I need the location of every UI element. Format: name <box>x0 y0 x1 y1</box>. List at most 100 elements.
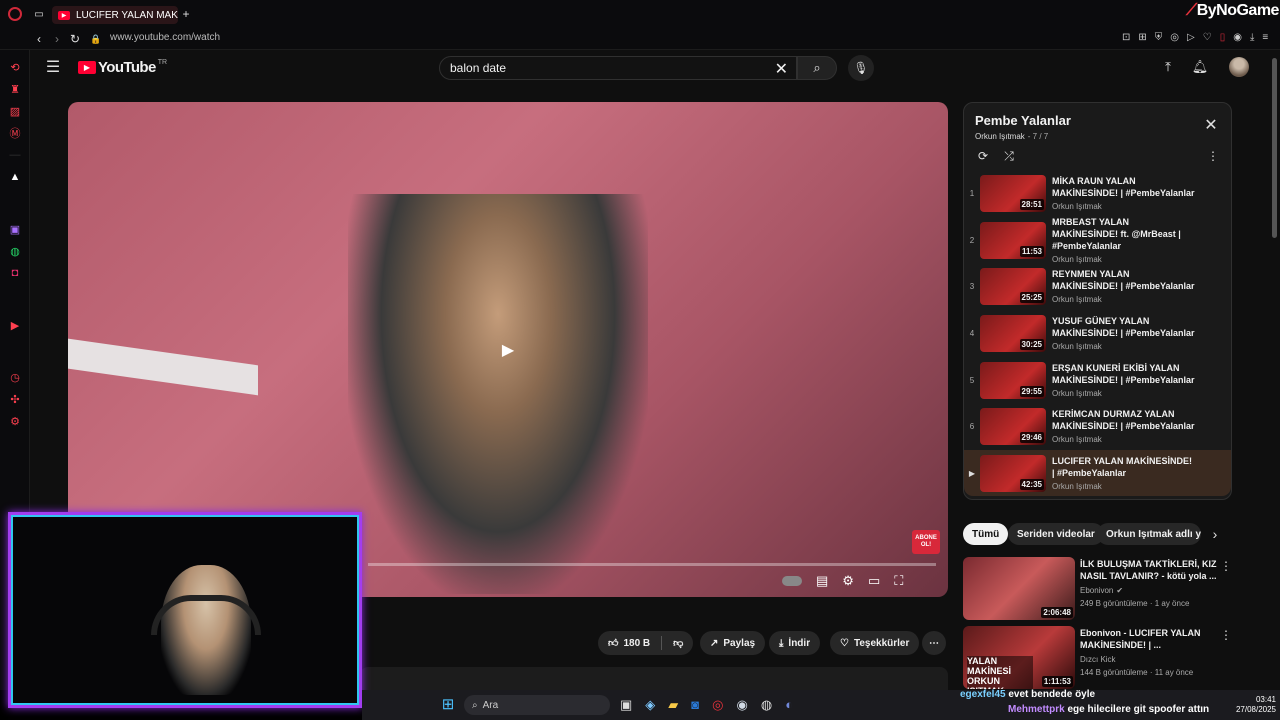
twitch-icon[interactable]: ▣ <box>0 220 30 238</box>
youtube-logo-icon: ▶ <box>78 61 96 74</box>
task-view-icon[interactable]: ▣ <box>620 697 632 713</box>
playlist-thumb: 11:53 <box>980 221 1046 259</box>
opera-logo-icon[interactable] <box>8 7 22 21</box>
heart-icon[interactable]: ♡ <box>1203 32 1212 43</box>
player-icon[interactable]: ▶ <box>0 316 30 334</box>
bell-icon[interactable]: 🔔︎ <box>1192 59 1209 75</box>
playlist-meta: Orkun Işıtmak - 7 / 7 <box>975 132 1049 141</box>
page-scrollbar[interactable] <box>1272 58 1277 238</box>
download-arrow-icon: ⤓ <box>779 637 784 649</box>
search-button[interactable]: ⌕ <box>797 56 837 80</box>
reload-icon[interactable]: ↻ <box>68 32 82 46</box>
obs-icon[interactable]: ◍ <box>761 697 772 713</box>
voice-search-button[interactable]: 🎙 <box>848 55 874 81</box>
shield-icon[interactable]: ⛨ <box>1155 32 1163 43</box>
recommendation-item[interactable]: YALAN MAKİNESİ ORKUN IŞITMAK 1:11:53 Ebo… <box>963 626 1232 690</box>
browser-tab-active[interactable]: ▶ LUCIFER YALAN MAKİNESİ <box>52 6 178 24</box>
m-icon[interactable]: Ⓜ <box>0 124 30 142</box>
taskbar-search[interactable]: ⌕ Ara <box>464 695 610 715</box>
settings-icon[interactable]: ⚙ <box>0 412 30 430</box>
clear-search-icon[interactable]: ✕ <box>775 59 788 79</box>
player-controls: ▤ ⚙ ▭ ⛶ <box>782 573 903 589</box>
browser-address-bar: ‹ › ↻ 🔒 www.youtube.com/watch ⊡ ⊞ ⛨ ◎ ▷ … <box>0 28 1280 50</box>
forward-icon[interactable]: › <box>50 32 64 46</box>
download-button[interactable]: ⤓ İndir <box>769 631 821 655</box>
download-icon[interactable]: ⤓ <box>1250 32 1254 43</box>
playlist-item-2[interactable]: 2 11:53 MRBEAST YALAN MAKİNESİNDE! ft. @… <box>964 217 1231 264</box>
thanks-heart-icon: ♡ <box>840 637 849 649</box>
subscribe-badge[interactable]: ABONE OL! <box>912 530 940 554</box>
profile-icon[interactable]: ◉ <box>1233 32 1242 43</box>
progress-bar[interactable] <box>368 563 936 566</box>
mic-icon: 🎙 <box>853 61 869 75</box>
chip-channel[interactable]: Orkun Işıtmak adlı yü <box>1097 523 1201 545</box>
chips-next-icon[interactable]: › <box>1208 526 1222 542</box>
snapshot-icon[interactable]: ⊞ <box>1138 32 1146 43</box>
search-icon: ⌕ <box>813 60 821 75</box>
fullscreen-icon[interactable]: ⛶ <box>894 573 903 589</box>
recommendation-more-icon[interactable]: ⋮ <box>1220 628 1232 642</box>
shuffle-icon[interactable]: ⤮ <box>1001 149 1017 163</box>
like-button[interactable]: 👍︎ 180 B 👎︎ <box>598 631 694 655</box>
extensions-icon[interactable]: ✣ <box>0 390 30 408</box>
recommendation-more-icon[interactable]: ⋮ <box>1220 559 1232 573</box>
play-icon[interactable]: ▷ <box>1187 32 1195 43</box>
share-button[interactable]: ↗ Paylaş <box>700 631 766 655</box>
instagram-icon[interactable]: ◘ <box>0 264 30 282</box>
sidebar-toggle-icon[interactable]: ▯ <box>1220 32 1226 43</box>
settings-gear-icon[interactable]: ⚙ <box>842 573 854 589</box>
playlist-thumb: 25:25 <box>980 267 1046 305</box>
description-box[interactable] <box>360 667 948 690</box>
close-playlist-icon[interactable]: ✕ <box>1203 117 1219 134</box>
pin-icon[interactable]: ⊡ <box>1122 32 1130 43</box>
file-explorer-icon[interactable]: ▰ <box>668 697 678 713</box>
aria-ai-icon[interactable]: ▲ <box>0 168 30 186</box>
more-actions-button[interactable]: ⋯ <box>922 631 946 655</box>
hamburger-menu-icon[interactable]: ☰ <box>44 58 62 76</box>
thumbs-down-icon[interactable]: 👎︎ <box>673 637 683 649</box>
playlist-title[interactable]: Pembe Yalanlar <box>975 113 1071 128</box>
avatar[interactable] <box>1229 57 1249 77</box>
back-icon[interactable]: ‹ <box>32 32 46 46</box>
playlist-item-4[interactable]: 4 30:25 YUSUF GÜNEY YALAN MAKİNESİNDE! |… <box>964 310 1231 356</box>
outlook-icon[interactable]: ◙ <box>691 697 699 713</box>
new-tab-button[interactable]: + <box>180 7 192 21</box>
theater-mode-icon[interactable]: ▭ <box>868 573 880 589</box>
discord-icon[interactable]: ◐ <box>785 697 793 713</box>
clock-icon[interactable]: ◷ <box>0 368 30 386</box>
playlist-item-6[interactable]: 6 29:46 KERİMCAN DURMAZ YALAN MAKİNESİND… <box>964 403 1231 449</box>
playlist-item-7-current[interactable]: ▶ 42:35 LUCIFER YALAN MAKİNESİNDE! | #Pe… <box>964 450 1231 496</box>
search-input[interactable]: balon date ✕ <box>439 56 797 80</box>
playlist-item-5[interactable]: 5 29:55 ERŞAN KUNERİ EKİBİ YALAN MAKİNES… <box>964 357 1231 403</box>
taskbar-clock[interactable]: 03:41 27/08/2025 <box>1224 695 1276 715</box>
bynogame-logo-icon: ⟋ <box>1186 2 1197 19</box>
playlist-more-icon[interactable]: ⋮ <box>1207 149 1219 163</box>
copilot-icon[interactable]: ◈ <box>645 697 655 713</box>
tab-island-icon[interactable]: ▭ <box>32 7 46 21</box>
loop-icon[interactable]: ⟳ <box>975 149 991 163</box>
whatsapp-icon[interactable]: ◍ <box>0 242 30 260</box>
autoplay-toggle[interactable] <box>782 576 802 586</box>
windows-start-icon[interactable]: ⊞ <box>440 696 456 713</box>
chip-series[interactable]: Seriden videolar <box>1008 523 1104 545</box>
gx-icon[interactable]: ▨ <box>0 102 30 120</box>
steam-icon[interactable]: ◉ <box>737 697 748 713</box>
playlist-item-1[interactable]: 1 28:51 MİKA RAUN YALAN MAKİNESİNDE! | #… <box>964 170 1231 216</box>
history-icon[interactable]: ⟲ <box>0 58 30 76</box>
opera-gx-icon[interactable]: ◎ <box>712 697 723 713</box>
center-play-icon[interactable]: ▶ <box>498 340 518 360</box>
aria-icon[interactable]: ♜ <box>0 80 30 98</box>
url-field[interactable]: www.youtube.com/watch <box>110 32 220 43</box>
thanks-button[interactable]: ♡ Teşekkürler <box>830 631 920 655</box>
playlist-item-3[interactable]: 3 25:25 REYNMEN YALAN MAKİNESİNDE! | #Pe… <box>964 263 1231 309</box>
recommendation-item[interactable]: 2:06:48 İLK BULUŞMA TAKTİKLERİ, KIZ NASI… <box>963 557 1232 621</box>
youtube-logo[interactable]: ▶ YouTube TR <box>78 59 167 76</box>
menu-icon[interactable]: ≡ <box>1262 32 1268 43</box>
subtitles-icon[interactable]: ▤ <box>816 573 828 589</box>
chip-all[interactable]: Tümü <box>963 523 1009 545</box>
recommendation-thumb: YALAN MAKİNESİ ORKUN IŞITMAK 1:11:53 <box>963 626 1075 689</box>
vpn-icon[interactable]: ◎ <box>1170 32 1179 43</box>
chat-overlay: egexfel45 evet bendede öyle Mehmettprk e… <box>960 687 1209 717</box>
upload-icon[interactable]: ⤒ <box>1160 59 1176 75</box>
channel-verified: Ebonivon ✔ <box>1080 586 1124 595</box>
